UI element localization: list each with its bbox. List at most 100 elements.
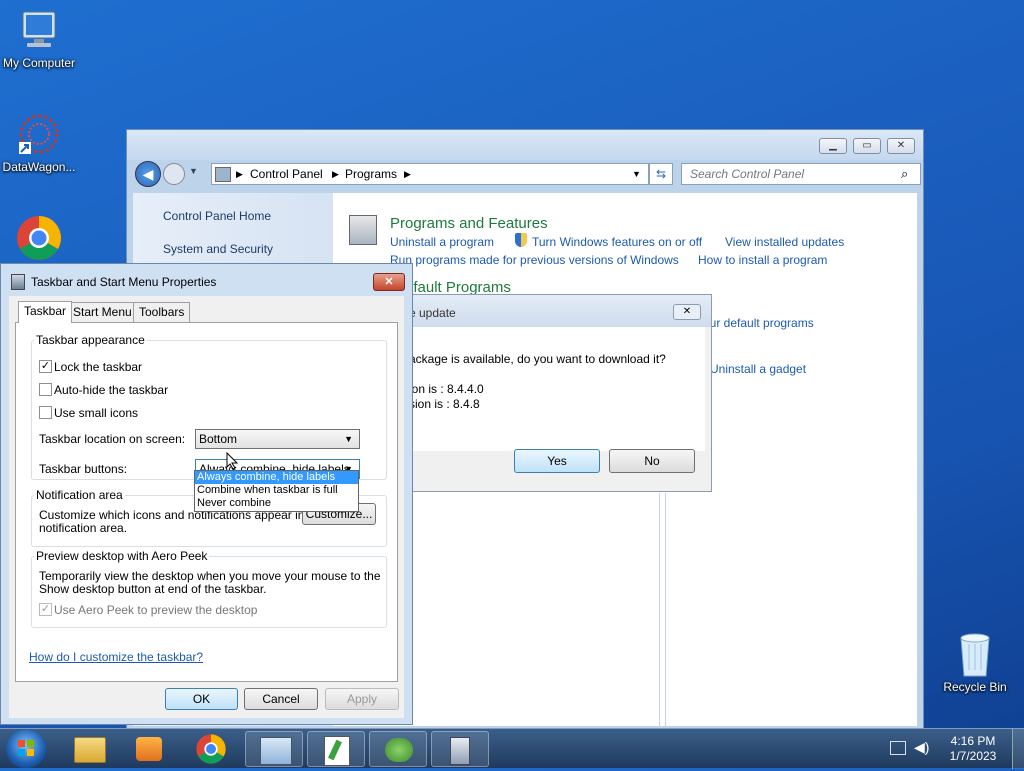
dialog-title: Taskbar and Start Menu Properties — [31, 275, 217, 289]
breadcrumb-separator-icon: ▶ — [404, 169, 411, 179]
address-bar[interactable]: ▶ Control Panel ▶ Programs ▶ ▼ — [211, 163, 649, 185]
desktop-icon-my-computer[interactable]: My Computer — [0, 8, 81, 70]
cancel-button[interactable]: Cancel — [244, 688, 318, 710]
breadcrumb-separator-icon: ▶ — [332, 169, 339, 179]
update-dialog-content: ackage is available, do you want to down… — [405, 327, 705, 451]
history-dropdown-icon[interactable]: ▼ — [189, 166, 198, 176]
help-link[interactable]: How do I customize the taskbar? — [29, 650, 203, 664]
update-dialog: e update ✕ ackage is available, do you w… — [404, 294, 712, 492]
sidebar-item-home[interactable]: Control Panel Home — [163, 209, 271, 223]
datawagon-icon — [17, 112, 61, 158]
back-button[interactable]: ◀ — [135, 161, 161, 187]
volume-icon[interactable]: ◀) — [914, 739, 929, 756]
frog-icon — [385, 738, 413, 762]
refresh-icon[interactable]: ⇆ — [649, 163, 673, 185]
panel-divider — [665, 493, 666, 726]
show-desktop-button[interactable] — [1012, 729, 1024, 769]
desktop-icon-datawagon[interactable]: DataWagon... — [0, 112, 81, 174]
back-arrow-icon: ◀ — [142, 166, 154, 182]
update-close-button[interactable]: ✕ — [673, 304, 701, 320]
address-dropdown-icon[interactable]: ▼ — [632, 164, 641, 184]
desktop-icon-recycle-bin[interactable]: Recycle Bin — [933, 630, 1017, 694]
previous-versions-link[interactable]: Run programs made for previous versions … — [390, 253, 679, 267]
taskbar-properties-icon — [11, 274, 25, 290]
breadcrumb-programs[interactable]: Programs — [345, 164, 397, 184]
taskbar-media-player[interactable] — [120, 731, 178, 767]
folder-icon — [74, 737, 106, 763]
minimize-button[interactable]: ▁ — [819, 138, 847, 154]
programs-features-heading[interactable]: Programs and Features — [390, 215, 548, 232]
close-button[interactable]: ✕ — [887, 138, 915, 154]
network-icon[interactable] — [890, 741, 906, 755]
lock-taskbar-checkbox[interactable]: ✓ — [39, 360, 52, 373]
taskbar-control-panel[interactable] — [245, 731, 303, 767]
how-to-install-link[interactable]: How to install a program — [698, 253, 827, 267]
tab-toolbars[interactable]: Toolbars — [133, 302, 191, 322]
clock-date: 1/7/2023 — [949, 749, 997, 763]
control-panel-titlebar[interactable]: ▁ ▭ ✕ — [127, 130, 923, 160]
update-message: ackage is available, do you want to down… — [409, 352, 666, 366]
tab-start-menu[interactable]: Start Menu — [67, 302, 138, 322]
current-version-text: ion is : 8.4.4.0 — [409, 382, 484, 396]
tab-taskbar[interactable]: Taskbar — [18, 301, 73, 323]
buttons-label: Taskbar buttons: — [39, 462, 128, 476]
aero-peek-checkbox[interactable]: ✓ — [39, 603, 52, 616]
uninstall-gadget-link[interactable]: Uninstall a gadget — [710, 362, 806, 376]
autohide-checkbox[interactable] — [39, 383, 52, 396]
update-dialog-titlebar[interactable]: e update ✕ — [405, 295, 711, 327]
control-panel-navbar: ◀ ▼ ▶ Control Panel ▶ Programs ▶ ▼ ⇆ Sea… — [133, 160, 921, 190]
new-version-text: sion is : 8.4.8 — [409, 397, 480, 411]
sidebar-item-system-security[interactable]: System and Security — [163, 242, 273, 256]
installed-updates-link[interactable]: View installed updates — [725, 235, 844, 249]
no-button[interactable]: No — [609, 449, 695, 473]
clock[interactable]: 4:16 PM 1/7/2023 — [940, 734, 1006, 764]
default-programs-link[interactable]: our default programs — [703, 316, 814, 330]
forward-button[interactable] — [163, 163, 185, 185]
control-panel-icon — [215, 167, 231, 182]
media-player-icon — [136, 737, 162, 761]
windows-logo-icon — [18, 740, 34, 756]
mouse-cursor-icon — [226, 451, 239, 473]
taskbar-properties-titlebar[interactable]: Taskbar and Start Menu Properties ✕ — [1, 264, 412, 296]
yes-button[interactable]: Yes — [514, 449, 600, 473]
chrome-icon — [196, 734, 226, 764]
taskbar-taskbar-props[interactable] — [431, 731, 489, 767]
autohide-label: Auto-hide the taskbar — [54, 383, 169, 397]
taskbar-explorer[interactable] — [60, 731, 118, 767]
dropdown-option-never-combine[interactable]: Never combine — [195, 497, 358, 510]
notification-area-label: Notification area — [34, 488, 125, 502]
recycle-bin-icon — [955, 630, 995, 678]
windows-features-link[interactable]: Turn Windows features on or off — [532, 235, 702, 249]
search-input[interactable]: Search Control Panel — [681, 163, 921, 185]
uninstall-program-link[interactable]: Uninstall a program — [390, 235, 494, 249]
aero-peek-label: Preview desktop with Aero Peek — [34, 549, 210, 563]
dropdown-option-always-combine[interactable]: Always combine, hide labels — [195, 471, 358, 484]
aero-text-2: Show desktop button at end of the taskba… — [39, 582, 267, 596]
ok-button[interactable]: OK — [165, 688, 238, 710]
taskbar-notepad-app[interactable] — [307, 731, 365, 767]
apply-button[interactable]: Apply — [325, 688, 399, 710]
small-icons-checkbox[interactable] — [39, 406, 52, 419]
maximize-button[interactable]: ▭ — [853, 138, 881, 154]
dialog-close-button[interactable]: ✕ — [373, 273, 405, 291]
lock-taskbar-label: Lock the taskbar — [54, 360, 143, 374]
aero-peek-check-label: Use Aero Peek to preview the desktop — [54, 603, 258, 617]
desktop-icon-chrome[interactable] — [0, 214, 81, 264]
shield-icon — [515, 233, 527, 247]
search-icon[interactable]: ⌕ — [901, 166, 908, 182]
taskbar-chrome[interactable] — [182, 731, 240, 767]
taskbar-appearance-label: Taskbar appearance — [34, 333, 147, 347]
desktop-icon-label: My Computer — [2, 56, 76, 70]
taskbar-frog-app[interactable] — [369, 731, 427, 767]
chrome-icon — [15, 214, 63, 262]
programs-features-icon — [349, 215, 377, 245]
taskbar: ◀) 4:16 PM 1/7/2023 — [0, 728, 1024, 769]
chevron-down-icon: ▼ — [344, 434, 353, 444]
location-label: Taskbar location on screen: — [39, 432, 186, 446]
dropdown-option-combine-full[interactable]: Combine when taskbar is full — [195, 484, 358, 497]
location-select[interactable]: Bottom ▼ — [195, 429, 360, 449]
start-button[interactable] — [6, 730, 46, 768]
breadcrumb-control-panel[interactable]: Control Panel — [250, 164, 323, 184]
small-icons-label: Use small icons — [54, 406, 139, 420]
location-value: Bottom — [199, 432, 238, 446]
